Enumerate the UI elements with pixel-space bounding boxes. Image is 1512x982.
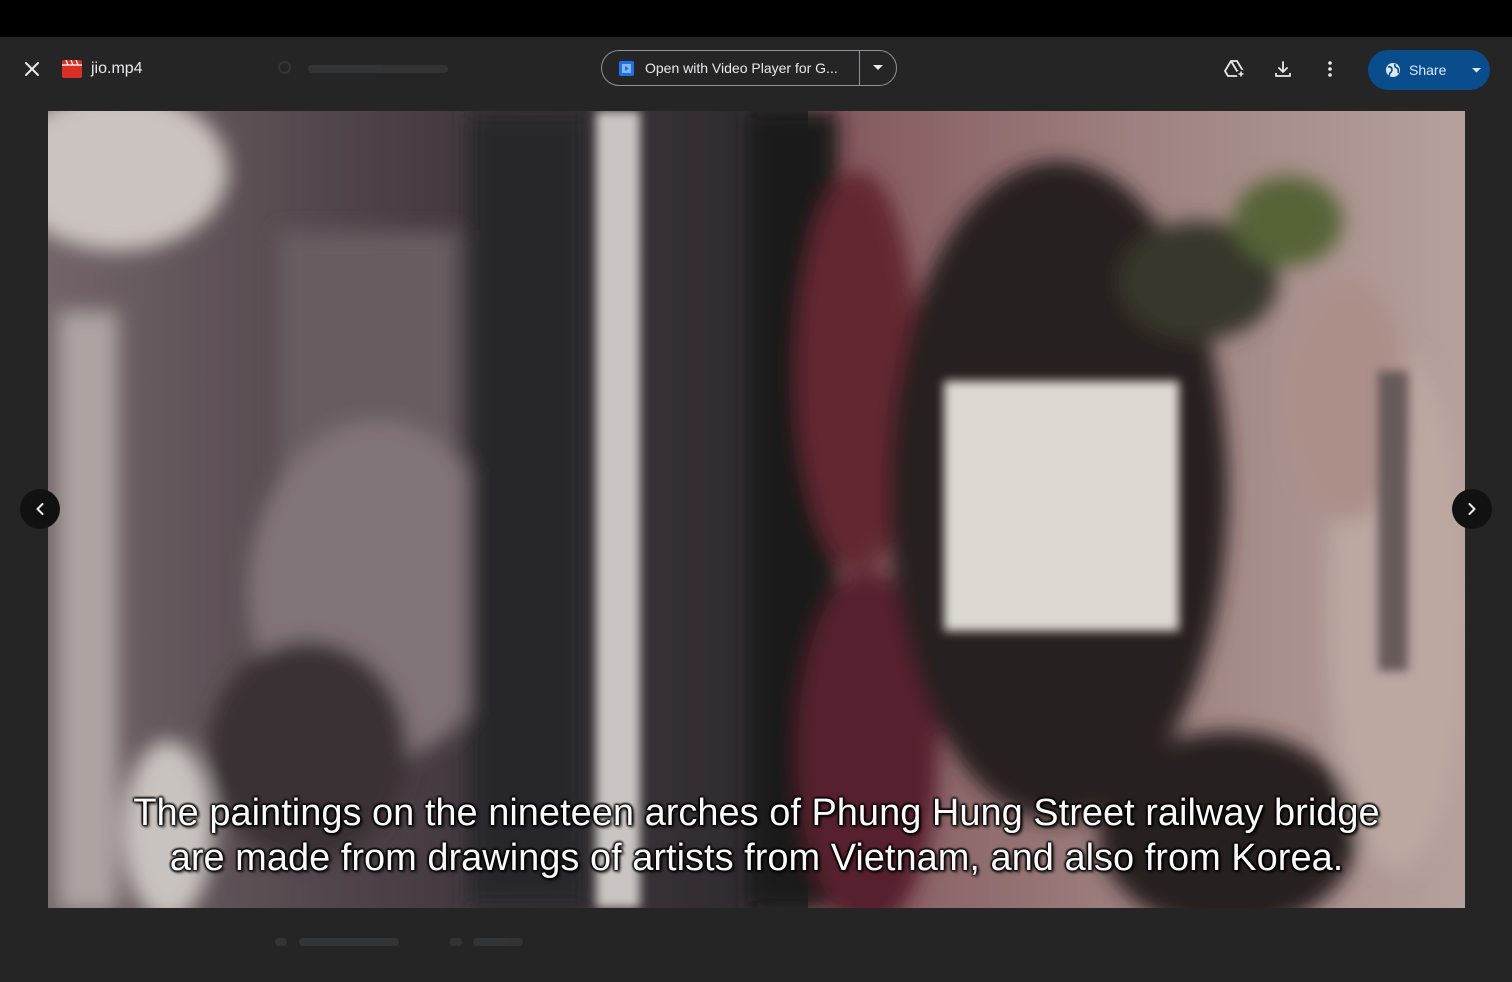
file-name: jio.mp4 [91,60,143,77]
previous-file-button[interactable] [20,489,60,529]
caret-down-icon [873,65,883,70]
caret-down-icon [1471,67,1481,72]
background-search-ghost [278,61,468,77]
open-with-button[interactable]: Open with Video Player for G... [602,51,860,85]
next-file-button[interactable] [1452,489,1492,529]
add-to-drive-icon [1224,60,1246,79]
open-with-control: Open with Video Player for G... [601,50,897,86]
preview-toolbar: jio.mp4 Open with Video Player for G... [0,37,1512,101]
browser-top-strip [0,0,1512,37]
close-icon [25,62,39,76]
close-button[interactable] [14,51,50,87]
download-button[interactable] [1265,51,1301,87]
open-with-label: Open with Video Player for G... [645,60,838,76]
globe-icon [1386,63,1400,77]
chevron-right-icon [1468,503,1476,515]
download-icon [1275,61,1291,77]
video-player[interactable]: The paintings on the nineteen arches of … [48,111,1465,908]
video-frame [48,111,1465,908]
video-player-app-icon [619,60,634,76]
background-footer-ghost [275,935,535,949]
share-dropdown-button[interactable] [1462,50,1490,90]
subtitle-line-2: are made from drawings of artists from V… [169,837,1344,879]
file-preview-viewer: jio.mp4 Open with Video Player for G... [0,37,1512,982]
video-file-icon [62,60,82,78]
share-label: Share [1409,62,1447,78]
subtitle-line-1: The paintings on the nineteen arches of … [133,792,1380,834]
open-with-dropdown-button[interactable] [860,51,896,85]
more-vertical-icon [1328,61,1332,77]
video-subtitle: The paintings on the nineteen arches of … [48,791,1465,881]
more-actions-button[interactable] [1312,51,1348,87]
add-shortcut-to-drive-button[interactable] [1217,51,1253,87]
share-button[interactable]: Share [1368,50,1462,90]
chevron-left-icon [36,503,44,515]
share-button-group: Share [1368,50,1490,90]
